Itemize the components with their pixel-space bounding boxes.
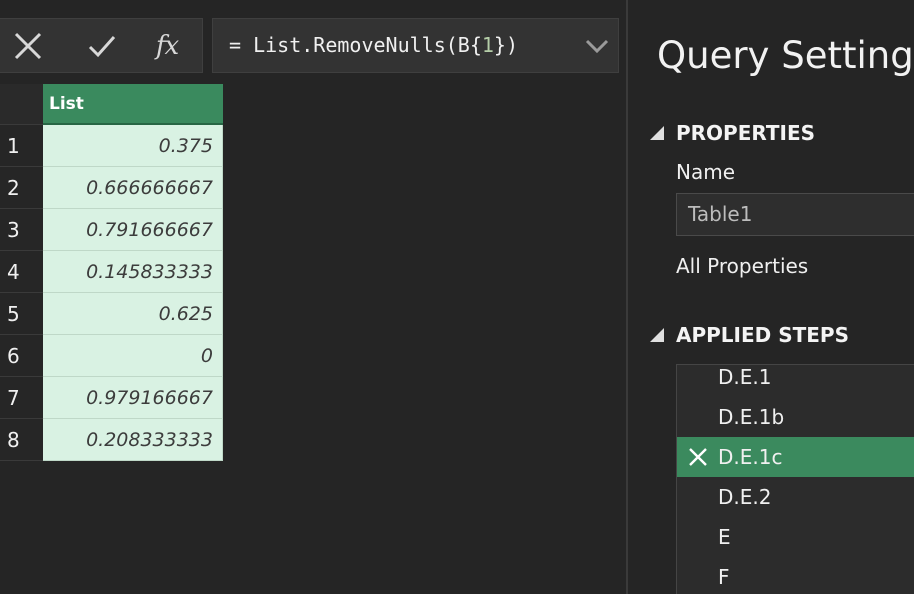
applied-steps-header-label: APPLIED STEPS (676, 323, 849, 347)
row-number[interactable]: 7 (0, 377, 43, 419)
row-number[interactable]: 4 (0, 251, 43, 293)
applied-step[interactable]: D.E.2 (677, 477, 914, 517)
row-number[interactable]: 6 (0, 335, 43, 377)
query-name-input[interactable]: Table1 (676, 193, 914, 236)
table-cell[interactable]: 0.791666667 (43, 209, 223, 251)
column-header-list[interactable]: List (43, 84, 223, 125)
formula-index: 1 (481, 33, 494, 57)
table-cell[interactable]: 0.145833333 (43, 251, 223, 293)
table-cell[interactable]: 0.208333333 (43, 419, 223, 461)
close-x-icon (14, 32, 42, 59)
applied-step[interactable]: D.E.1b (677, 397, 914, 437)
fx-label: fx (155, 30, 179, 61)
steps-container: D.E.1 D.E.1b D.E.1c D.E.2 E F (677, 365, 914, 594)
row-number[interactable]: 3 (0, 209, 43, 251)
expand-formula-button[interactable] (577, 18, 617, 73)
select-all-corner[interactable] (0, 84, 43, 125)
applied-step[interactable]: E (677, 517, 914, 557)
applied-step[interactable]: F (677, 557, 914, 594)
row-number[interactable]: 2 (0, 167, 43, 209)
applied-steps-list[interactable]: D.E.1 D.E.1b D.E.1c D.E.2 E F (676, 364, 914, 594)
checkmark-icon (88, 35, 116, 57)
row-number[interactable]: 5 (0, 293, 43, 335)
properties-section-header[interactable]: PROPERTIES (648, 121, 815, 145)
table-cell[interactable]: 0.666666667 (43, 167, 223, 209)
applied-step-label: F (718, 565, 730, 589)
applied-step-label: D.E.2 (718, 485, 772, 509)
formula-input[interactable]: = List.RemoveNulls(B{1}) (212, 18, 619, 73)
table-cell[interactable]: 0.625 (43, 293, 223, 335)
all-properties-link[interactable]: All Properties (676, 254, 808, 278)
formula-suffix: }) (493, 33, 519, 57)
collapse-triangle-icon (650, 126, 664, 140)
applied-step[interactable]: D.E.1 (677, 365, 914, 397)
applied-step-label: D.E.1 (718, 365, 772, 389)
formula-prefix: = List.RemoveNulls(B{ (229, 33, 482, 57)
properties-header-label: PROPERTIES (676, 121, 816, 145)
table-cell[interactable]: 0.375 (43, 125, 223, 167)
applied-step-label: D.E.1b (718, 405, 785, 429)
table-cell[interactable]: 0.979166667 (43, 377, 223, 419)
pane-divider[interactable] (626, 0, 628, 594)
row-number[interactable]: 8 (0, 419, 43, 461)
query-settings-title: Query Settings (657, 34, 914, 77)
applied-step-label: E (718, 525, 731, 549)
table-cell[interactable]: 0 (43, 335, 223, 377)
cancel-formula-button[interactable] (0, 19, 56, 72)
commit-formula-button[interactable] (74, 19, 130, 72)
row-number[interactable]: 1 (0, 125, 43, 167)
collapse-triangle-icon (650, 328, 664, 342)
applied-step[interactable]: D.E.1c (677, 437, 914, 477)
applied-step-label: D.E.1c (718, 445, 783, 469)
formula-bar-buttons: fx (0, 18, 203, 73)
insert-function-button[interactable]: fx (139, 19, 195, 72)
chevron-down-icon (585, 39, 609, 53)
power-query-editor: fx = List.RemoveNulls(B{1}) List 1 0.375 2… (0, 0, 914, 594)
name-label: Name (676, 160, 736, 184)
delete-step-icon[interactable] (688, 447, 708, 467)
applied-steps-section-header[interactable]: APPLIED STEPS (648, 323, 849, 347)
